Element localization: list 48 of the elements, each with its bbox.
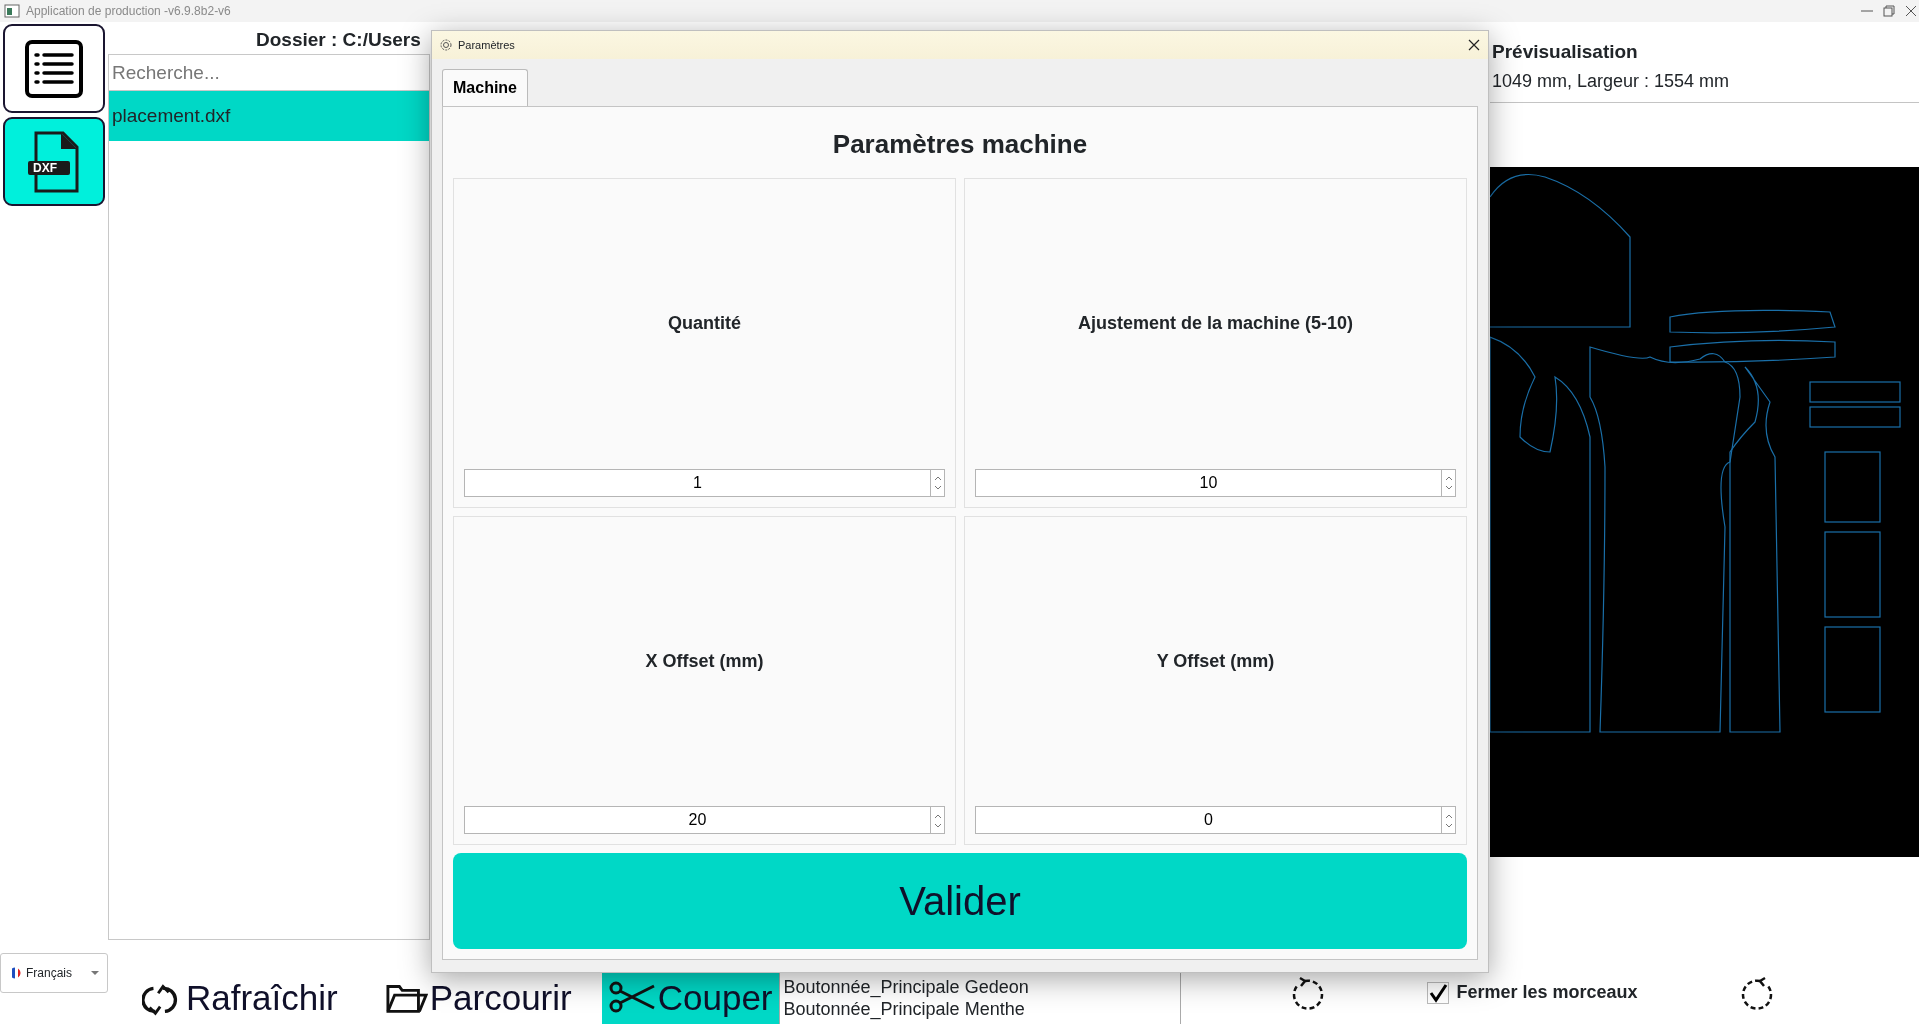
stepper-button[interactable] [1442,806,1456,834]
restore-icon[interactable] [1881,3,1897,19]
checkbox-label: Fermer les morceaux [1456,981,1638,1004]
close-icon[interactable] [1903,3,1919,19]
caret-icon [91,971,99,975]
dialog-heading: Paramètres machine [832,129,1088,159]
file-type-label: DXF [33,159,57,177]
check-icon [1427,982,1448,1003]
stepper-button[interactable] [931,806,945,834]
stepper-button[interactable] [931,468,945,497]
stepper-arrows-icon [933,812,942,829]
tab[interactable]: Machine [442,69,528,106]
folder-path: Dossier : C:/Users [256,29,421,50]
field-label: Y Offset (mm) [1156,649,1275,673]
file-icon [27,130,81,193]
stepper-arrows-icon [1444,475,1453,492]
refresh-button[interactable]: Rafraîchir [136,972,344,1024]
cut-button[interactable]: Couper [601,972,779,1024]
number-field[interactable]: 0 [975,806,1442,834]
number-field[interactable]: 10 [975,468,1442,497]
search-field[interactable]: Recherche... [108,54,430,91]
window-title: Application de production -v6.9.8b2-v6 [26,3,231,20]
browse-button[interactable]: Parcourir [379,972,578,1024]
file-item[interactable]: placement.dxf [109,91,429,141]
dxf-button[interactable]: DXF [3,117,105,206]
field-label: Quantité [668,312,741,336]
stepper-button[interactable] [1442,468,1456,497]
flag-icon [9,967,21,979]
number-field[interactable]: 20 [464,806,931,834]
list-item[interactable]: Boutonnée_Principale Gedeon [783,976,1176,998]
field-label: X Offset (mm) [645,649,764,673]
settings-icon [440,39,452,51]
list-item[interactable]: Boutonnée_Principale Menthe [783,998,1176,1020]
dimensions-text: 1049 mm, Largeur : 1554 mm [1492,71,1730,91]
number-field[interactable]: 1 [464,468,931,497]
submit-button[interactable]: Valider [453,853,1467,949]
stepper-arrows-icon [933,475,942,492]
language-label: Français [26,965,72,982]
dialog-title: Paramètres [458,37,515,53]
app-icon [4,3,20,19]
close-icon[interactable] [1468,39,1480,51]
list-button[interactable] [3,24,105,113]
language-dropdown[interactable]: Français [0,953,108,993]
field-label: Ajustement de la machine (5-10) [1077,312,1354,336]
list-icon [24,38,84,99]
checkbox[interactable] [1426,981,1449,1004]
stepper-arrows-icon [1444,812,1453,829]
preview-title: Prévisualisation [1492,41,1638,62]
